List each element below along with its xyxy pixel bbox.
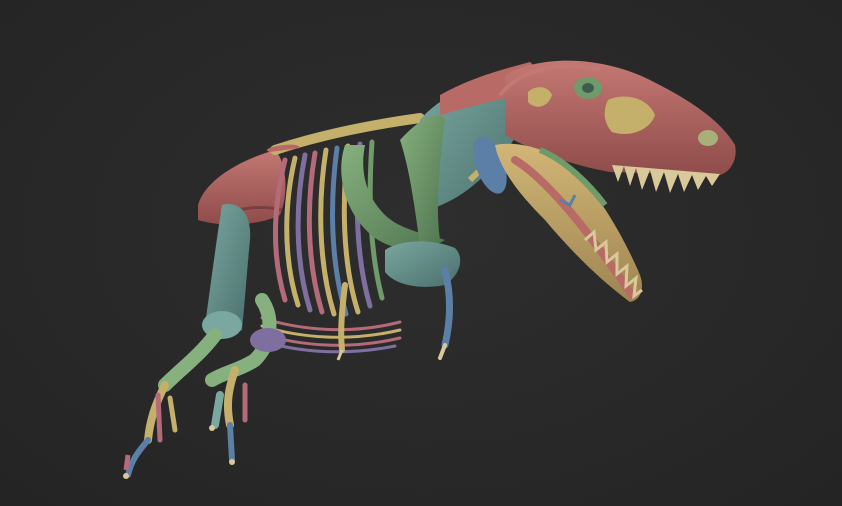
3d-viewport[interactable]: [0, 0, 842, 506]
spine: [266, 113, 425, 155]
trex-skeleton-model: [123, 60, 736, 479]
ribcage: [260, 139, 402, 354]
